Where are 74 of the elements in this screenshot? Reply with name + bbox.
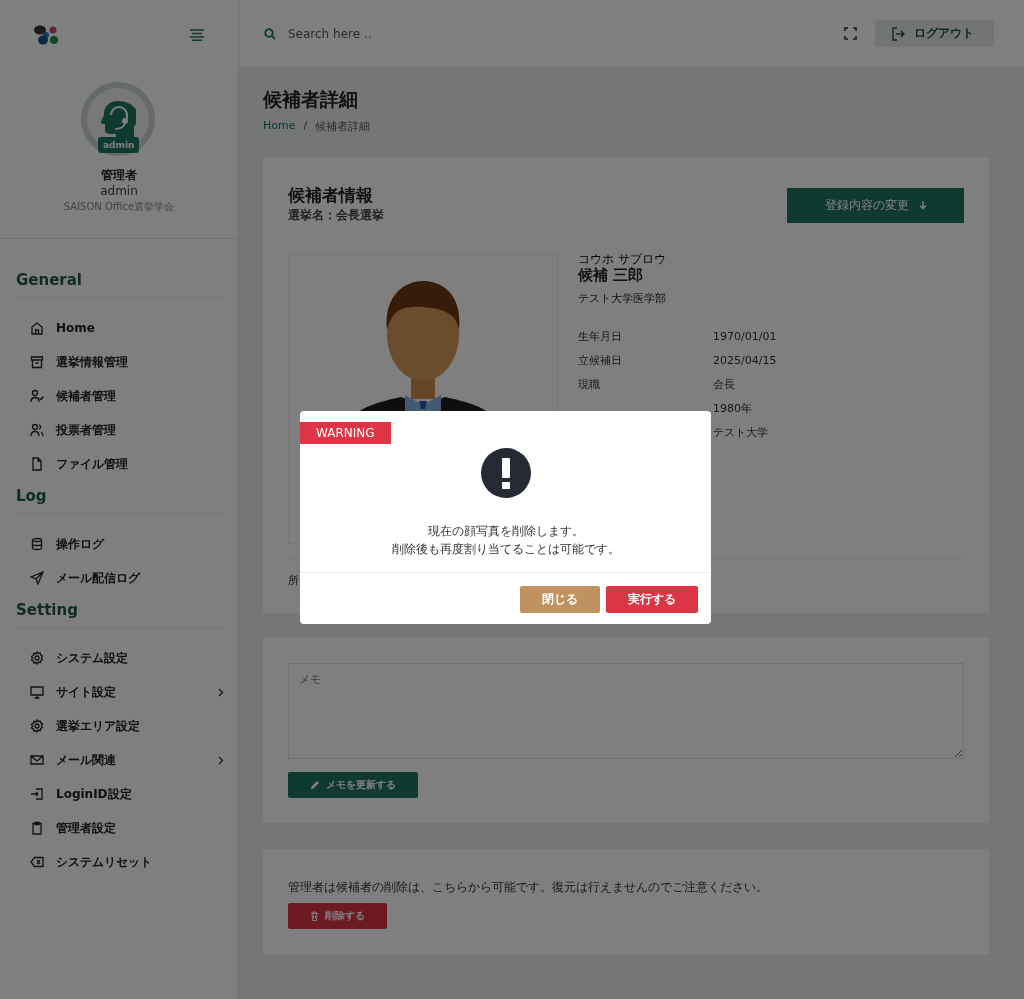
sidebar-item[interactable]: 操作ログ bbox=[16, 527, 224, 561]
detail-value: 2025/04/15 bbox=[713, 353, 777, 367]
sidebar-item[interactable]: 選挙エリア設定 bbox=[16, 709, 224, 743]
arrow-down-icon bbox=[918, 201, 927, 210]
detail-value: 会長 bbox=[713, 376, 735, 392]
delete-button[interactable]: 削除する bbox=[288, 903, 387, 929]
name-reading: コウホ サブロウ bbox=[578, 252, 667, 266]
candidate-name: 候補 三郎 bbox=[578, 266, 645, 285]
sidebar-item[interactable]: システム設定 bbox=[16, 641, 224, 675]
edit-button[interactable]: 登録内容の変更 bbox=[787, 188, 964, 223]
headset-person-icon bbox=[100, 100, 136, 138]
nav-item-icon bbox=[30, 651, 44, 665]
nav-item-icon bbox=[30, 719, 44, 733]
breadcrumb-link[interactable]: Home bbox=[263, 119, 296, 134]
nav-item-icon bbox=[30, 855, 44, 869]
sidebar-item[interactable]: LoginID設定 bbox=[16, 777, 224, 811]
field-label: 所 bbox=[288, 574, 299, 587]
delete-notice: 管理者は候補者の削除は、こちらから可能です。復元は行えませんのでご注意ください。 bbox=[288, 880, 769, 895]
detail-value: 1970/01/01 bbox=[713, 329, 777, 343]
nav-item-icon bbox=[30, 685, 44, 699]
nav-item-icon bbox=[30, 423, 44, 437]
nav-item-icon bbox=[30, 571, 44, 585]
sidebar-item[interactable]: 選挙情報管理 bbox=[16, 345, 224, 379]
sidebar-item[interactable]: 管理者設定 bbox=[16, 811, 224, 845]
search-field[interactable]: Search here .. bbox=[286, 25, 844, 42]
sidebar-item[interactable]: サイト設定 bbox=[16, 675, 224, 709]
breadcrumb-current: 候補者詳細 bbox=[315, 119, 371, 134]
nav-section-title: Setting bbox=[16, 601, 79, 619]
nav-item-icon bbox=[30, 787, 44, 801]
pencil-icon bbox=[310, 780, 320, 790]
fullscreen-icon[interactable] bbox=[844, 27, 857, 40]
breadcrumb-separator: / bbox=[303, 119, 308, 134]
nav-section-title: Log bbox=[16, 487, 48, 505]
profile-username: admin bbox=[100, 184, 138, 198]
nav-item-icon bbox=[30, 321, 44, 335]
detail-value: テスト大学 bbox=[713, 424, 768, 440]
nav-item-icon bbox=[30, 537, 44, 551]
detail-label: 立候補日 bbox=[578, 353, 622, 367]
sidebar-item[interactable]: 候補者管理 bbox=[16, 379, 224, 413]
nav-item-icon bbox=[30, 457, 44, 471]
detail-label: 生年月日 bbox=[578, 329, 622, 343]
sidebar-item[interactable]: システムリセット bbox=[16, 845, 224, 879]
dialog-message: 削除後も再度割り当てることは可能です。 bbox=[391, 541, 620, 558]
page-title: 候補者詳細 bbox=[263, 87, 359, 112]
sidebar-item[interactable]: ファイル管理 bbox=[16, 447, 224, 481]
menu-icon[interactable] bbox=[190, 29, 204, 41]
search-icon bbox=[264, 27, 276, 40]
sidebar-item[interactable]: 投票者管理 bbox=[16, 413, 224, 447]
nav-item-icon bbox=[30, 355, 44, 369]
memo-field[interactable]: メモ bbox=[288, 663, 964, 759]
nav-item-icon bbox=[30, 389, 44, 403]
sidebar-item[interactable]: メール配信ログ bbox=[16, 561, 224, 595]
nav-item-icon bbox=[30, 821, 44, 835]
election-name: 選挙名：会長選挙 bbox=[288, 207, 384, 224]
close-button[interactable]: 閉じる bbox=[520, 586, 600, 613]
sidebar-item[interactable]: Home bbox=[16, 311, 224, 345]
nav-section-title: General bbox=[16, 271, 83, 289]
sidebar-item[interactable]: メール関連 bbox=[16, 743, 224, 777]
nav-item-icon bbox=[30, 753, 44, 767]
exclamation-icon bbox=[480, 448, 531, 498]
card-title: 候補者情報 bbox=[288, 184, 374, 207]
execute-button[interactable]: 実行する bbox=[606, 586, 698, 613]
dialog-message: 現在の顔写真を削除します。 bbox=[426, 523, 585, 540]
candidate-faculty: テスト大学医学部 bbox=[578, 291, 667, 306]
trash-icon bbox=[310, 911, 319, 921]
logout-icon bbox=[891, 26, 905, 41]
role-badge: admin bbox=[98, 137, 140, 153]
warning-tag: WARNING bbox=[300, 422, 391, 444]
detail-value: 1980年 bbox=[713, 400, 752, 416]
update-memo-button[interactable]: メモを更新する bbox=[288, 772, 418, 798]
logout-button[interactable]: ログアウト bbox=[875, 20, 994, 47]
profile-role: 管理者 bbox=[101, 167, 137, 184]
detail-label: 現職 bbox=[578, 377, 600, 391]
logo-icon bbox=[33, 24, 59, 46]
